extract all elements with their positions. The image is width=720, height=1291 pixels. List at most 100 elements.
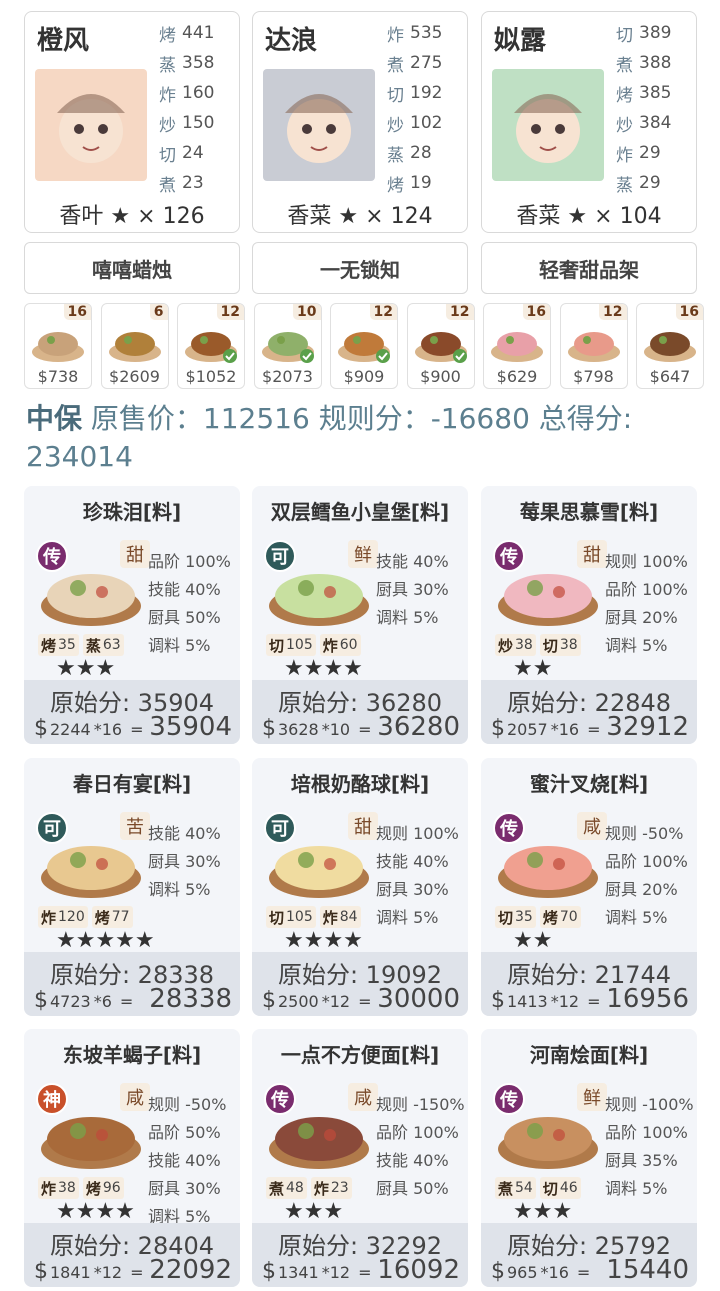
recipe-skill-list: 切 35 烤 70	[495, 906, 581, 928]
final-score: 16092	[377, 1255, 460, 1285]
skill-type: 蒸	[387, 145, 404, 166]
skill-type: 烤	[387, 175, 404, 196]
recipe-skill-req: 烤 96	[82, 1177, 124, 1199]
recipe-stars: ★★	[513, 656, 553, 681]
taste-tag: 咸	[577, 812, 607, 840]
recipe-bonus: 调料 5%	[605, 908, 668, 927]
chef-card[interactable]: 姒露 切 389 煮 388 烤 385 炒 384 炸 29 蒸 29 香菜 …	[481, 11, 697, 233]
recipe-bonus: 厨具 30%	[148, 1179, 221, 1198]
recipe-card[interactable]: 河南烩面[料] 传 鲜 规则 -100% 品阶 100% 厨具 35% 调料 5% 煮…	[481, 1029, 697, 1287]
dish-thumbnail[interactable]: 12 $798	[559, 303, 628, 389]
skill-value: 35	[515, 909, 533, 925]
chef-skill-list: 炸 535 煮 275 切 192 炒 102 蒸 28 烤 19	[387, 18, 467, 198]
summary-line-2: 234014	[26, 440, 133, 473]
dish-thumbnail[interactable]: 16 $647	[636, 303, 704, 389]
unit-price: 2244	[50, 720, 91, 739]
dollar-icon: $	[34, 716, 48, 741]
recipe-stars: ★★★★	[56, 1199, 135, 1224]
dish-icon	[29, 316, 87, 366]
dish-thumbnail[interactable]: 12 $900	[406, 303, 475, 389]
recipe-score-panel: 原始分: 28338 $ 4723 *6 = 28338	[24, 952, 240, 1016]
recipe-card[interactable]: 春日有宴[料] 可 苦 技能 40% 厨具 30% 调料 5% 炸 120 烤 77…	[24, 758, 240, 1016]
recipe-skill-req: 切 46	[539, 1177, 581, 1199]
dish-thumbnail[interactable]: 6 $2609	[100, 303, 169, 389]
recipe-card[interactable]: 双层鳕鱼小皇堡[料] 可 鲜 技能 40% 厨具 30% 调料 5% 切 105 炸…	[252, 486, 468, 744]
recipe-card[interactable]: 珍珠泪[料] 传 甜 品阶 100% 技能 40% 厨具 50% 调料 5% 烤 35…	[24, 486, 240, 744]
dollar-icon: $	[262, 988, 276, 1013]
dish-thumbnail[interactable]: 12 $909	[330, 303, 398, 389]
recipe-skill-list: 切 105 炸 84	[266, 906, 361, 928]
dish-icon	[412, 316, 470, 366]
skill-type: 炒	[616, 115, 633, 136]
equals-sign: =	[587, 992, 601, 1011]
chef-skill: 煮 23	[159, 168, 239, 198]
dish-thumbnail[interactable]: 12 $1052	[177, 303, 245, 389]
skill-type: 炸	[159, 85, 176, 106]
kitchenware-slot[interactable]: 一无锁知	[252, 242, 468, 294]
recipe-title: 东坡羊蝎子[料]	[62, 1043, 202, 1067]
skill-value: 38	[58, 1180, 76, 1196]
unit-price: 1341	[278, 1263, 319, 1282]
recipe-skill-req: 烤 35	[38, 634, 79, 656]
condiment-name: 香叶	[59, 204, 104, 229]
recipe-bonus: 技能 40%	[376, 852, 449, 871]
dish-thumbnail[interactable]: 16 $629	[483, 303, 551, 389]
recipe-bonus: 品阶 50%	[148, 1123, 221, 1142]
recipe-title: 莓果思慕雪[料]	[519, 500, 659, 524]
portion-mult: *12	[321, 1263, 351, 1282]
skill-value: 160	[182, 83, 215, 103]
skill-value: 384	[639, 113, 672, 133]
chef-card[interactable]: 达浪 炸 535 煮 275 切 192 炒 102 蒸 28 烤 19 香菜 …	[252, 11, 468, 233]
recipe-bonus-list: 品阶 100% 技能 40% 厨具 50% 调料 5%	[148, 548, 240, 660]
skill-value: 28	[410, 143, 432, 163]
recipe-score-panel: 原始分: 36280 $ 3628 *10 = 36280	[252, 680, 468, 744]
recipe-bonus: 技能 40%	[148, 1151, 221, 1170]
condiment-count: × 124	[365, 204, 433, 229]
chef-skill: 蒸 28	[387, 138, 467, 168]
skill-value: 29	[639, 143, 661, 163]
skill-type: 炸	[41, 908, 57, 927]
skill-value: 35	[58, 637, 76, 653]
recipe-score-panel: 原始分: 28404 $ 1841 *12 = 22092	[24, 1223, 240, 1287]
taste-tag: 鲜	[348, 540, 378, 568]
recipe-bonus: 规则 -100%	[605, 1095, 694, 1114]
taste-tag: 甜	[120, 540, 150, 568]
recipe-card[interactable]: 一点不方便面[料] 传 咸 规则 -150% 品阶 100% 技能 40% 厨具 50…	[252, 1029, 468, 1287]
recipe-card[interactable]: 蜜汁叉烧[料] 传 咸 规则 -50% 品阶 100% 厨具 20% 调料 5% 切 …	[481, 758, 697, 1016]
score-calc: $ 1413 *12 = 16956	[491, 984, 689, 1014]
taste-tag: 鲜	[577, 1083, 607, 1111]
score-summary: 中保 原售价：112516 规则分：-16680 总得分: 234014	[26, 400, 706, 476]
recipe-bonus-list: 技能 40% 厨具 30% 调料 5%	[148, 820, 240, 904]
taste-tag: 苦	[120, 812, 150, 840]
recipe-bonus: 厨具 50%	[148, 608, 221, 627]
recipe-bonus: 品阶 100%	[376, 1123, 459, 1142]
recipe-skill-req: 煮 48	[266, 1177, 307, 1199]
recipe-card[interactable]: 培根奶酪球[料] 可 甜 规则 100% 技能 40% 厨具 30% 调料 5% 切 …	[252, 758, 468, 1016]
recipe-card[interactable]: 莓果思慕雪[料] 传 甜 规则 100% 品阶 100% 厨具 20% 调料 5% 炒…	[481, 486, 697, 744]
dish-icon	[565, 316, 623, 366]
skill-value: 358	[182, 53, 215, 73]
kitchenware-slot[interactable]: 轻奢甜品架	[481, 242, 697, 294]
recipe-score-panel: 原始分: 19092 $ 2500 *12 = 30000	[252, 952, 468, 1016]
dish-price: $647	[649, 367, 691, 386]
recipe-bonus-list: 规则 100% 品阶 100% 厨具 20% 调料 5%	[605, 548, 697, 660]
final-score: 30000	[377, 984, 460, 1014]
chef-condiment: 香菜 ★ × 124	[253, 198, 467, 230]
recipe-title: 双层鳕鱼小皇堡[料]	[270, 500, 450, 524]
dish-icon	[641, 316, 699, 366]
skill-type: 煮	[387, 55, 404, 76]
recipe-bonus-list: 规则 -50% 品阶 100% 厨具 20% 调料 5%	[605, 820, 697, 932]
unit-price: 4723	[50, 992, 91, 1011]
chef-card[interactable]: 橙风 烤 441 蒸 358 炸 160 炒 150 切 24 煮 23 香叶 …	[24, 11, 240, 233]
kitchenware-slot[interactable]: 嘻嘻蜡烛	[24, 242, 240, 294]
score-calc: $ 2244 *16 = 35904	[34, 712, 232, 742]
recipe-card[interactable]: 东坡羊蝎子[料] 神 咸 规则 -50% 品阶 50% 技能 40% 厨具 30% 调料…	[24, 1029, 240, 1287]
recipe-skill-req: 炸 23	[310, 1177, 352, 1199]
recipe-bonus-list: 技能 40% 厨具 30% 调料 5%	[376, 548, 468, 632]
skill-type: 烤	[159, 25, 176, 46]
recipe-stars: ★★	[513, 928, 553, 953]
skill-value: 19	[410, 173, 432, 193]
dish-thumbnail[interactable]: 10 $2073	[253, 303, 322, 389]
dish-price: $798	[573, 367, 614, 386]
dish-thumbnail[interactable]: 16 $738	[24, 303, 92, 389]
